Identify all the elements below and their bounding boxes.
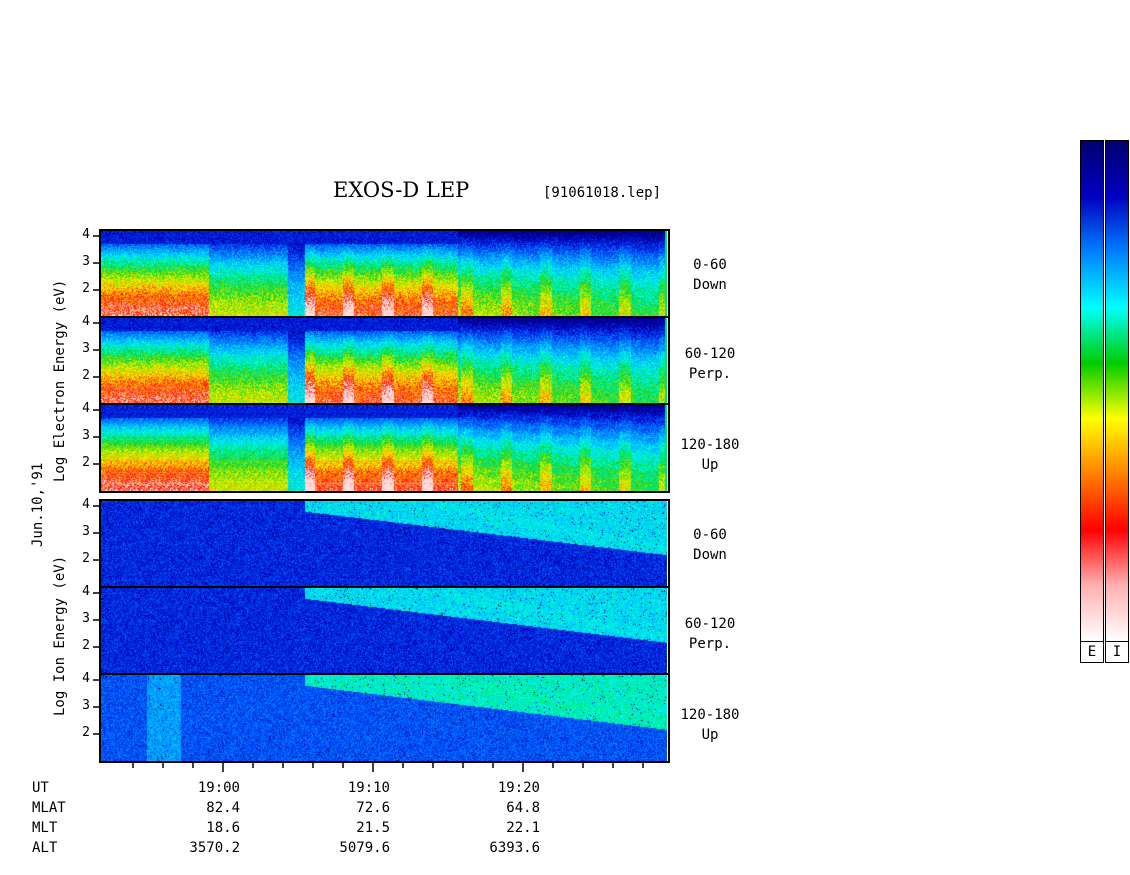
panel-dir: Perp.	[688, 366, 732, 382]
panel-dir: Down	[693, 277, 727, 293]
y-tick-label: 2	[82, 281, 90, 296]
colorbar-gradient	[1106, 141, 1128, 641]
panel-range: 120-180	[680, 707, 740, 723]
panel-range: 0-60	[693, 257, 727, 273]
footer-alt-label: ALT	[32, 840, 58, 856]
ut-value: 19:00	[197, 780, 240, 796]
panel-dir: Perp.	[688, 636, 732, 652]
y-tick-label: 3	[82, 698, 90, 713]
panel-dir: Up	[701, 457, 719, 473]
footer-ut-label: UT	[32, 780, 49, 796]
y-tick-label: 2	[82, 638, 90, 653]
panel-label-i-up: 120-180 Up	[676, 705, 744, 745]
y-tick-label: 2	[82, 551, 90, 566]
y-tick-label: 2	[82, 455, 90, 470]
panel-label-i-down: 0-60 Down	[676, 525, 744, 565]
panel-range: 60-120	[684, 616, 736, 632]
footer-mlat-label: MLAT	[32, 800, 66, 816]
panel-range: 120-180	[680, 437, 740, 453]
y-tick-label: 4	[82, 401, 90, 416]
y-tick-label: 4	[82, 584, 90, 599]
y-tick-label: 3	[82, 524, 90, 539]
alt-value: 3570.2	[189, 840, 240, 856]
mlt-value: 18.6	[206, 820, 240, 836]
panel-range: 0-60	[693, 527, 727, 543]
y-tick-label: 3	[82, 611, 90, 626]
ion-axis-label: Log Ion Energy (eV)	[52, 555, 68, 716]
mlat-value: 72.6	[356, 800, 390, 816]
electron-axis-label: Log Electron Energy (eV)	[52, 279, 68, 482]
panel-label-e-up: 120-180 Up	[676, 435, 744, 475]
panel-dir: Down	[693, 547, 727, 563]
plot-frame	[93, 229, 670, 772]
y-tick-label: 3	[82, 341, 90, 356]
y-tick-label: 4	[82, 314, 90, 329]
y-tick-label: 3	[82, 428, 90, 443]
alt-value: 5079.6	[339, 840, 390, 856]
mlt-value: 21.5	[356, 820, 390, 836]
mlat-value: 82.4	[206, 800, 240, 816]
y-tick-label: 4	[82, 227, 90, 242]
panel-label-i-perp: 60-120 Perp.	[676, 614, 744, 654]
ut-value: 19:10	[347, 780, 390, 796]
colorbar-ion: I	[1105, 140, 1129, 663]
colorbar-gradient	[1081, 141, 1103, 641]
panel-label-e-perp: 60-120 Perp.	[676, 344, 744, 384]
y-tick-label: 2	[82, 368, 90, 383]
colorbar-electron: E	[1080, 140, 1104, 663]
colorbar-label: I	[1106, 641, 1128, 662]
mlat-value: 64.8	[506, 800, 540, 816]
colorbar-label: E	[1081, 641, 1103, 662]
date-label: Jun.10,'91	[30, 462, 46, 547]
alt-value: 6393.6	[489, 840, 540, 856]
y-tick-label: 4	[82, 497, 90, 512]
y-tick-label: 2	[82, 725, 90, 740]
panel-dir: Up	[701, 727, 719, 743]
y-tick-label: 4	[82, 671, 90, 686]
footer-mlt-label: MLT	[32, 820, 58, 836]
y-tick-label: 3	[82, 254, 90, 269]
panel-label-e-down: 0-60 Down	[676, 255, 744, 295]
ut-value: 19:20	[497, 780, 540, 796]
mlt-value: 22.1	[506, 820, 540, 836]
panel-range: 60-120	[684, 346, 736, 362]
